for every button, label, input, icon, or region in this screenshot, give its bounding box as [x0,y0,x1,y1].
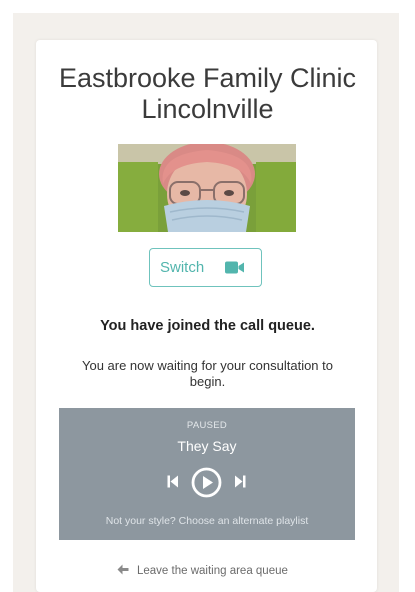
player-status: PAUSED [186,420,228,431]
video-frame [118,144,296,232]
previous-track-icon[interactable] [167,475,179,493]
next-track-icon[interactable] [234,475,246,493]
leave-queue-link[interactable]: Leave the waiting area queue [117,562,288,580]
video-camera-icon [225,261,245,279]
queue-message: You are now waiting for your consultatio… [81,358,333,389]
track-title: They Say [177,438,237,454]
play-icon[interactable] [191,467,222,503]
switch-camera-label: Switch [160,259,205,276]
clinic-name: Eastbrooke Family Clinic [58,63,357,93]
clinic-title: Eastbrooke Family Clinic Lincolnville [0,63,415,125]
arrow-left-icon [117,562,129,580]
clinic-location: Lincolnville [141,94,274,124]
queue-heading: You have joined the call queue. [100,318,315,334]
switch-camera-button[interactable]: Switch [149,248,262,287]
leave-queue-label: Leave the waiting area queue [137,565,288,577]
alternate-playlist-link[interactable]: Not your style? Choose an alternate play… [59,515,355,527]
self-video-preview [118,144,296,232]
music-player: PAUSED They Say Not your style? Choose a… [59,408,355,540]
